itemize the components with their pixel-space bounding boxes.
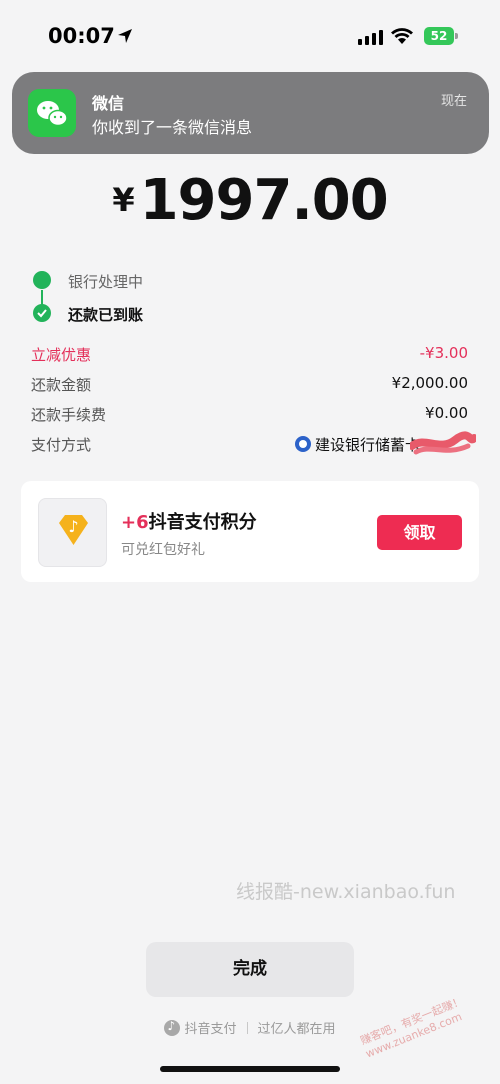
repay-amount-label: 还款金额 bbox=[31, 376, 92, 394]
discount-row: 立减优惠 -¥3.00 bbox=[31, 344, 468, 368]
notification-time: 现在 bbox=[440, 94, 467, 109]
claim-button[interactable]: 领取 bbox=[377, 515, 462, 550]
repay-amount-value: ¥2,000.00 bbox=[391, 374, 468, 392]
status-time: 00:07 bbox=[48, 24, 115, 48]
redaction-scribble bbox=[410, 431, 476, 455]
done-button[interactable]: 完成 bbox=[146, 942, 354, 997]
discount-label: 立减优惠 bbox=[31, 346, 92, 364]
payment-amount: ¥1997.00 bbox=[0, 168, 500, 233]
notification-message: 你收到了一条微信消息 bbox=[92, 118, 253, 137]
fee-label: 还款手续费 bbox=[31, 406, 107, 424]
amount-value: 1997.00 bbox=[139, 168, 389, 233]
wechat-icon bbox=[28, 89, 76, 137]
currency-symbol: ¥ bbox=[112, 181, 134, 219]
points-reward-card: ♪ +6抖音支付积分 可兑红包好礼 领取 bbox=[21, 481, 479, 582]
home-indicator[interactable] bbox=[160, 1066, 340, 1072]
battery-icon: 52 bbox=[424, 27, 454, 45]
footer-slogan: 过亿人都在用 bbox=[257, 1022, 336, 1037]
fee-row: 还款手续费 ¥0.00 bbox=[31, 404, 468, 428]
payment-method-row: 支付方式 建设银行储蓄卡 bbox=[31, 434, 468, 458]
fee-value: ¥0.00 bbox=[425, 404, 468, 422]
points-amount: +6 bbox=[121, 512, 149, 533]
payment-method-value: 建设银行储蓄卡 bbox=[294, 434, 420, 455]
douyin-pay-logo: ♪ bbox=[38, 498, 107, 567]
points-name: 抖音支付积分 bbox=[148, 512, 257, 533]
check-circle-icon bbox=[33, 304, 51, 322]
bank-card-name: 建设银行储蓄卡 bbox=[314, 436, 420, 454]
location-arrow-icon bbox=[118, 29, 132, 43]
wifi-icon bbox=[391, 28, 413, 44]
step-processing: 银行处理中 bbox=[68, 273, 144, 291]
svg-text:♪: ♪ bbox=[68, 517, 78, 536]
douyin-icon bbox=[164, 1019, 181, 1036]
watermark-text: 线报酷-new.xianbao.fun bbox=[236, 881, 456, 903]
footer-brand: 抖音支付 bbox=[184, 1022, 237, 1037]
battery-cap bbox=[455, 33, 458, 39]
discount-value: -¥3.00 bbox=[419, 344, 468, 362]
ccb-bank-icon bbox=[294, 436, 311, 452]
footer-divider bbox=[246, 1022, 248, 1034]
wechat-notification[interactable]: 微信 你收到了一条微信消息 现在 bbox=[12, 72, 489, 154]
points-subtitle: 可兑红包好礼 bbox=[121, 542, 205, 558]
payment-method-label: 支付方式 bbox=[31, 436, 92, 454]
notification-app-name: 微信 bbox=[92, 94, 125, 113]
cellular-signal-icon bbox=[358, 30, 383, 45]
step-dot-icon bbox=[33, 271, 51, 289]
step-completed: 还款已到账 bbox=[68, 306, 144, 324]
points-title: +6抖音支付积分 bbox=[121, 508, 257, 534]
status-bar: 00:07 52 bbox=[0, 0, 500, 70]
repay-amount-row: 还款金额 ¥2,000.00 bbox=[31, 374, 468, 398]
